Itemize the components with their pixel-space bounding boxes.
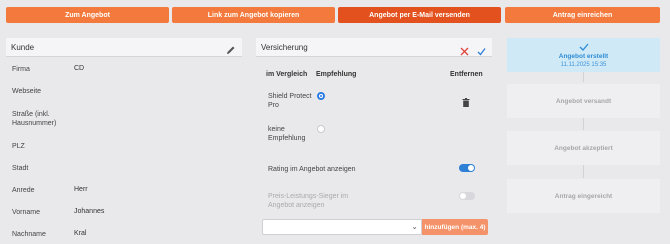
- price-winner-label: Preis-Leistungs-Sieger im Angebot anzeig…: [268, 193, 349, 209]
- to-offer-button[interactable]: Zum Angebot: [6, 7, 169, 23]
- recommend-radio[interactable]: [317, 125, 325, 133]
- recommend-radio[interactable]: [317, 92, 325, 100]
- step-label: Angebot versandt: [555, 97, 612, 105]
- field-value-salutation[interactable]: Herr: [74, 186, 88, 193]
- insurance-row-name: keine Empfehlung: [268, 126, 306, 142]
- field-label-company: Firma: [12, 66, 30, 73]
- field-label-street: Straße (inkl. Hausnummer): [12, 111, 57, 127]
- timeline-connector: [583, 164, 584, 178]
- edit-icon[interactable]: [226, 42, 236, 60]
- close-icon[interactable]: [460, 43, 469, 61]
- field-label-city: Stadt: [12, 165, 29, 172]
- send-email-button[interactable]: Angebot per E-Mail versenden: [338, 7, 501, 23]
- rating-toggle[interactable]: [459, 164, 475, 172]
- step-date: 11.11.2025 15:35: [560, 61, 607, 68]
- customer-title: Kunde: [11, 42, 35, 52]
- field-label-salutation: Anrede: [12, 187, 35, 194]
- step-label: Antrag eingereicht: [554, 192, 613, 200]
- insurance-row-name: Shield Protect Pro: [268, 93, 312, 109]
- add-insurance-button[interactable]: hinzufügen (max. 4): [422, 219, 488, 235]
- column-compare: im Vergleich: [266, 71, 308, 78]
- step-offer-created: Angebot erstellt 11.11.2025 15:35: [507, 38, 660, 72]
- field-label-firstname: Vorname: [12, 209, 41, 216]
- customer-panel-header: Kunde: [6, 38, 242, 57]
- step-offer-sent: Angebot versandt: [507, 84, 660, 118]
- rating-label: Rating im Angebot anzeigen: [268, 166, 356, 173]
- step-offer-accepted: Angebot akzeptiert: [507, 131, 660, 165]
- trash-icon[interactable]: [462, 94, 470, 112]
- step-label: Angebot akzeptiert: [554, 144, 613, 152]
- field-label-lastname: Nachname: [12, 231, 46, 238]
- step-application-submitted: Antrag eingereicht: [507, 179, 660, 213]
- chevron-down-icon: ⌄: [411, 222, 418, 231]
- column-remove: Entfernen: [450, 71, 483, 78]
- check-icon: [579, 43, 589, 53]
- submit-application-button[interactable]: Antrag einreichen: [505, 7, 660, 23]
- copy-link-button[interactable]: Link zum Angebot kopieren: [172, 7, 335, 23]
- insurance-panel-header: Versicherung: [256, 38, 492, 57]
- insurance-title: Versicherung: [261, 42, 308, 52]
- timeline-connector: [583, 72, 584, 82]
- field-value-company[interactable]: CD: [74, 65, 84, 72]
- field-value-lastname[interactable]: Kral: [74, 230, 86, 237]
- price-winner-toggle[interactable]: [459, 192, 475, 200]
- field-label-website: Webseite: [12, 88, 42, 95]
- check-icon[interactable]: [477, 43, 486, 61]
- insurance-select[interactable]: ⌄: [262, 219, 422, 235]
- column-recommend: Empfehlung: [316, 71, 357, 78]
- step-label: Angebot erstellt: [558, 52, 609, 60]
- field-label-zip: PLZ: [12, 143, 25, 150]
- field-value-firstname[interactable]: Johannes: [74, 208, 104, 215]
- timeline-connector: [583, 118, 584, 130]
